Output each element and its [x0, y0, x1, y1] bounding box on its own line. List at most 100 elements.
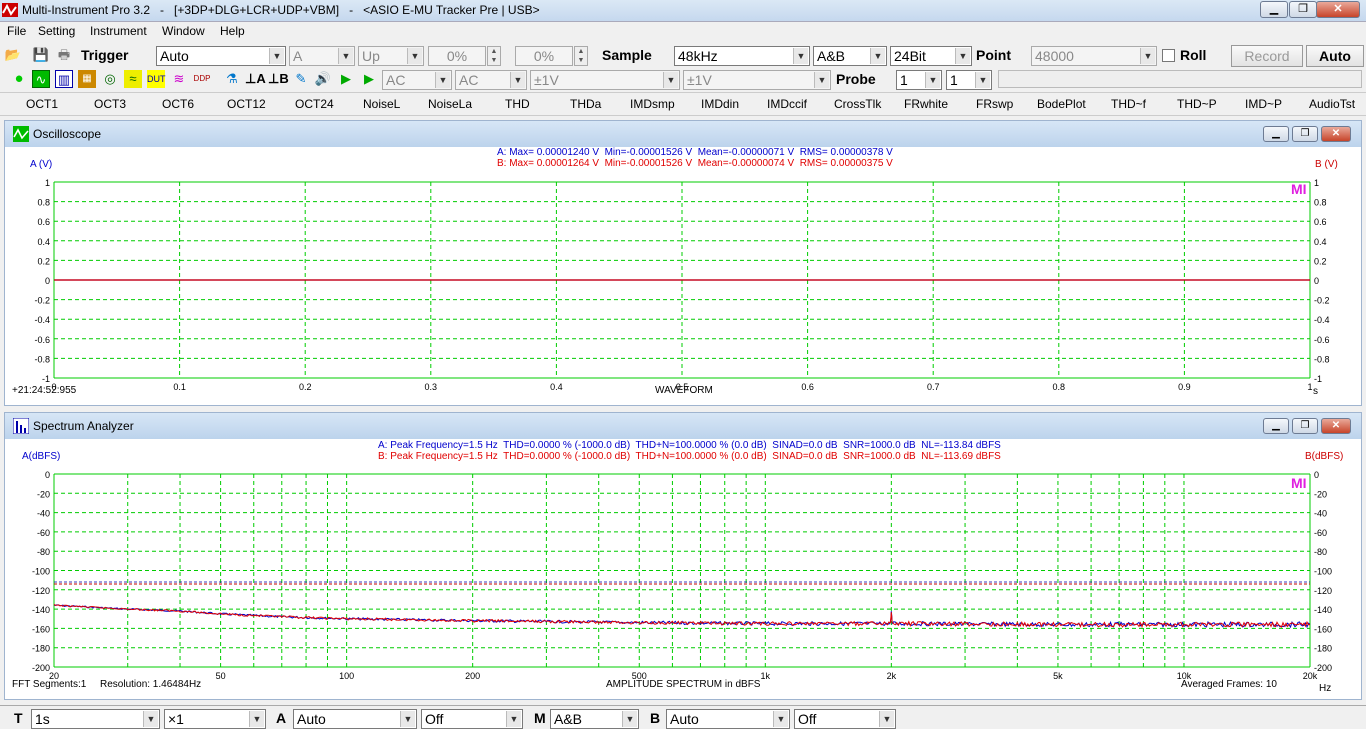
- y-tick-label-a: -40: [37, 509, 50, 519]
- oscilloscope-plot[interactable]: 1 1 0.8 0.8 0.6 0.6 0.4 0.4 0.2 0.2 0 0 -0.2 -0.2 -0.4…: [5, 147, 1361, 405]
- title-bar[interactable]: Multi-Instrument Pro 3.2 - [+3DP+DLG+LCR…: [0, 0, 1366, 22]
- channel-select[interactable]: A&B ▼: [813, 46, 887, 66]
- window-title: Multi-Instrument Pro 3.2 - [+3DP+DLG+LCR…: [22, 3, 540, 17]
- mode-select[interactable]: A&B ▼: [550, 709, 639, 729]
- chevron-down-icon: ▼: [269, 48, 284, 64]
- channel-a-scale-select[interactable]: Auto ▼: [293, 709, 417, 729]
- save-icon[interactable]: 💾: [32, 46, 50, 64]
- run-indicator-icon[interactable]: ●: [10, 70, 28, 88]
- channel-b-scale-select[interactable]: Auto ▼: [666, 709, 790, 729]
- y-tick-label-b: 0.4: [1314, 237, 1327, 247]
- function-oct12[interactable]: OCT12: [227, 97, 266, 111]
- menu-file[interactable]: File: [7, 24, 26, 38]
- time-base-select[interactable]: 1s ▼: [31, 709, 160, 729]
- point-label: Point: [976, 47, 1011, 63]
- function-thda[interactable]: THDa: [570, 97, 601, 111]
- function-imddin[interactable]: IMDdin: [701, 97, 739, 111]
- maximize-button[interactable]: ❐: [1292, 418, 1318, 434]
- play-once-icon[interactable]: ▶: [360, 70, 378, 88]
- oscilloscope-header[interactable]: Oscilloscope ▁ ❐ ✕: [5, 121, 1361, 147]
- bit-depth-select[interactable]: 24Bit ▼: [890, 46, 972, 66]
- function-oct24[interactable]: OCT24: [295, 97, 334, 111]
- coupling-b-select: AC ▼: [455, 70, 527, 90]
- maximize-button[interactable]: ❐: [1289, 1, 1317, 18]
- mi-logo: MI: [1291, 181, 1307, 197]
- function-audiotst[interactable]: AudioTst: [1309, 97, 1355, 111]
- toolbar-functions: OCT1 OCT3 OCT6 OCT12 OCT24 NoiseL NoiseL…: [0, 92, 1366, 116]
- menu-window[interactable]: Window: [162, 24, 205, 38]
- channel-a-offset-select[interactable]: Off ▼: [421, 709, 523, 729]
- menu-help[interactable]: Help: [220, 24, 245, 38]
- function-thd-p[interactable]: THD~P: [1177, 97, 1217, 111]
- zoom-select[interactable]: ×1 ▼: [164, 709, 266, 729]
- close-button[interactable]: ✕: [1316, 1, 1360, 18]
- oscilloscope-icon[interactable]: ∿: [32, 70, 50, 88]
- y-tick-label-a: 0.6: [37, 217, 50, 227]
- trigger-mode-select[interactable]: Auto ▼: [156, 46, 286, 66]
- menu-setting[interactable]: Setting: [38, 24, 75, 38]
- chevron-down-icon: ▼: [407, 48, 422, 64]
- print-icon[interactable]: 🖶: [55, 46, 73, 64]
- folder-open-icon[interactable]: 📂: [4, 46, 22, 64]
- function-oct6[interactable]: OCT6: [162, 97, 194, 111]
- function-noisela[interactable]: NoiseLa: [428, 97, 472, 111]
- play-icon[interactable]: ▶: [337, 70, 355, 88]
- function-thd[interactable]: THD: [505, 97, 530, 111]
- phase-plot-icon[interactable]: ◎: [101, 70, 119, 88]
- probe-a-select[interactable]: 1 ▼: [896, 70, 942, 90]
- time-label: T: [14, 710, 23, 726]
- chevron-down-icon: ▼: [870, 48, 885, 64]
- spectrum-ylabel-a: A(dBFS): [22, 451, 61, 462]
- x-tick-label: 0.7: [927, 382, 940, 392]
- spectrum-plot[interactable]: 0 0 -20 -20 -40 -40 -60 -60 -80 -80 -100 -100 -120 -1…: [5, 439, 1361, 699]
- spectrum-analyzer-icon[interactable]: ▥: [55, 70, 73, 88]
- y-tick-label-b: -0.6: [1314, 335, 1330, 345]
- minimize-button[interactable]: ▁: [1260, 1, 1288, 18]
- sample-label: Sample: [602, 47, 652, 63]
- chevron-down-icon: ▼: [975, 72, 990, 88]
- close-button[interactable]: ✕: [1321, 126, 1351, 142]
- scope-x-unit: s: [1313, 386, 1318, 397]
- spectrum-header[interactable]: Spectrum Analyzer ▁ ❐ ✕: [5, 413, 1361, 439]
- menu-instrument[interactable]: Instrument: [90, 24, 147, 38]
- y-tick-label-a: -0.8: [34, 354, 50, 364]
- y-tick-label-b: -60: [1314, 528, 1327, 538]
- ddp-icon[interactable]: DDP: [193, 70, 211, 88]
- auto-button[interactable]: Auto: [1306, 45, 1364, 67]
- sweep-icon[interactable]: ≋: [170, 70, 188, 88]
- minimize-button[interactable]: ▁: [1263, 126, 1289, 142]
- spectrogram-icon[interactable]: ▦: [78, 70, 96, 88]
- chevron-down-icon: ▼: [622, 711, 637, 727]
- chevron-down-icon: ▼: [400, 711, 415, 727]
- probe-label: Probe: [836, 71, 876, 87]
- dut-icon[interactable]: DUT: [147, 70, 166, 88]
- function-frswp[interactable]: FRswp: [976, 97, 1013, 111]
- sample-rate-select[interactable]: 48kHz ▼: [674, 46, 810, 66]
- channel-a-marker-icon[interactable]: ⊥A: [245, 70, 266, 88]
- probe-icon[interactable]: ✎: [292, 70, 310, 88]
- function-oct3[interactable]: OCT3: [94, 97, 126, 111]
- close-button[interactable]: ✕: [1321, 418, 1351, 434]
- roll-checkbox[interactable]: [1162, 49, 1175, 62]
- function-noisel[interactable]: NoiseL: [363, 97, 400, 111]
- function-frwhite[interactable]: FRwhite: [904, 97, 948, 111]
- function-imdsmp[interactable]: IMDsmp: [630, 97, 675, 111]
- signal-generator-icon[interactable]: ≈: [124, 70, 142, 88]
- function-thd-f[interactable]: THD~f: [1111, 97, 1146, 111]
- speaker-icon[interactable]: 🔊: [314, 70, 332, 88]
- x-tick-label: 0.3: [425, 382, 438, 392]
- maximize-button[interactable]: ❐: [1292, 126, 1318, 142]
- function-oct1[interactable]: OCT1: [26, 97, 58, 111]
- calibrate-icon[interactable]: ⚗: [223, 70, 241, 88]
- record-button[interactable]: Record: [1231, 45, 1303, 67]
- chevron-down-icon: ▼: [435, 72, 450, 88]
- probe-b-select[interactable]: 1 ▼: [946, 70, 992, 90]
- channel-b-marker-icon[interactable]: ⊥B: [268, 70, 289, 88]
- function-crosstlk[interactable]: CrossTlk: [834, 97, 881, 111]
- function-bodeplot[interactable]: BodePlot: [1037, 97, 1086, 111]
- channel-b-label: B: [650, 710, 661, 726]
- function-imd-p[interactable]: IMD~P: [1245, 97, 1282, 111]
- minimize-button[interactable]: ▁: [1263, 418, 1289, 434]
- function-imdccif[interactable]: IMDccif: [767, 97, 807, 111]
- channel-b-offset-select[interactable]: Off ▼: [794, 709, 896, 729]
